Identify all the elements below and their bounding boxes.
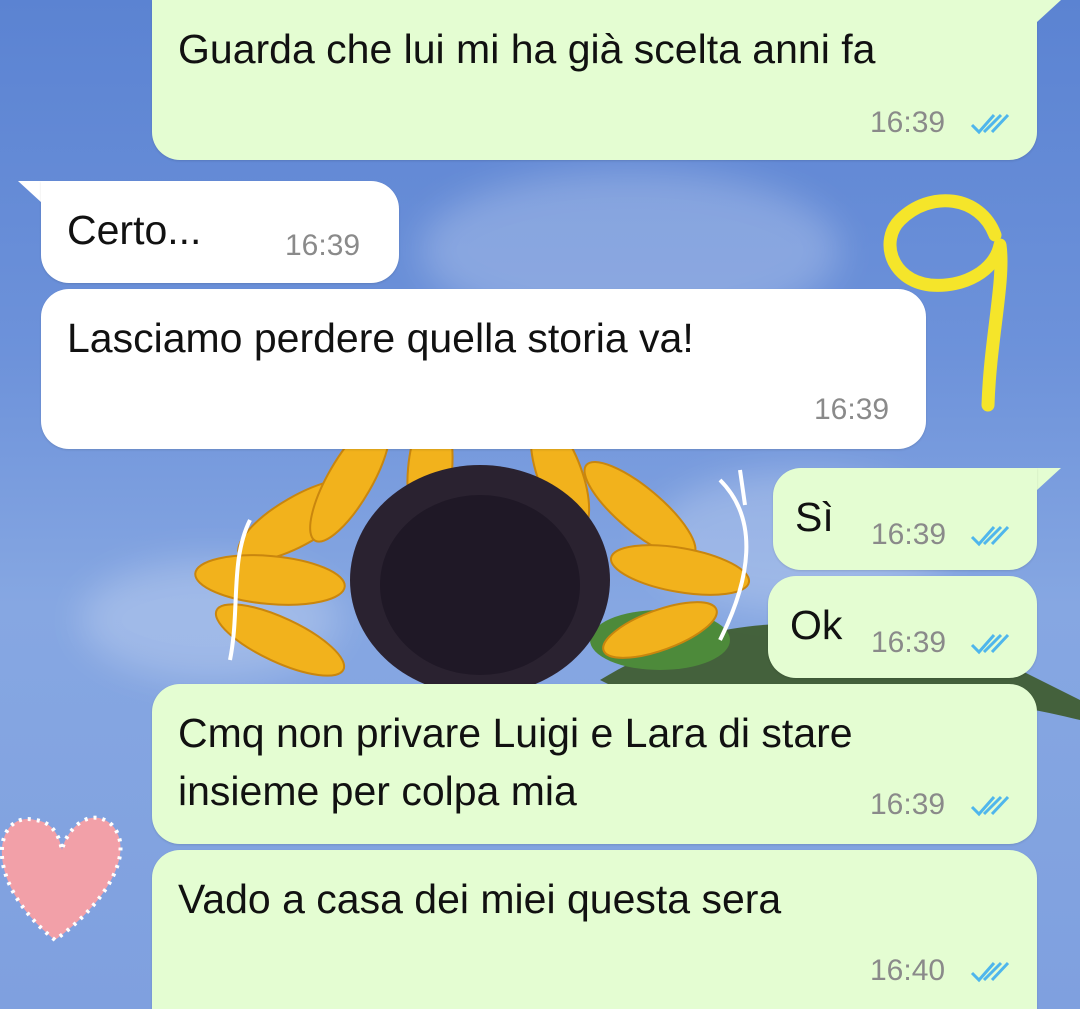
message-timestamp: 16:39 <box>871 626 947 659</box>
message-bubble-incoming[interactable]: Certo... 16:39 <box>41 181 399 283</box>
message-bubble-outgoing[interactable]: Vado a casa dei miei questa sera 16:40 <box>152 850 1037 1009</box>
message-timestamp: 16:39 <box>871 518 947 551</box>
message-bubble-outgoing[interactable]: Sì 16:39 <box>773 468 1037 570</box>
message-text: Sì <box>795 494 834 540</box>
message-text: Certo... <box>67 207 202 253</box>
message-text: Ok <box>790 602 843 648</box>
message-text: Guarda che lui mi ha già scelta anni fa <box>178 26 876 72</box>
message-bubble-incoming[interactable]: Lasciamo perdere quella storia va! 16:39 <box>41 289 926 449</box>
heart-sticker <box>0 815 123 943</box>
double-check-icon <box>970 525 1010 547</box>
double-check-icon <box>970 113 1010 135</box>
message-text-line-1: Cmq non privare Luigi e Lara di stare <box>178 710 853 756</box>
message-timestamp: 16:40 <box>870 954 946 987</box>
message-text: Vado a casa dei miei questa sera <box>178 876 782 922</box>
double-check-icon <box>970 633 1010 655</box>
message-bubble-outgoing[interactable]: Ok 16:39 <box>768 576 1037 678</box>
bubble-tail <box>1037 0 1061 22</box>
double-check-icon <box>970 961 1010 983</box>
handwritten-number-annotation: 9 <box>883 194 1008 412</box>
message-bubble-outgoing[interactable]: Cmq non privare Luigi e Lara di stare in… <box>152 684 1037 844</box>
message-timestamp: 16:39 <box>870 106 946 139</box>
message-bubble-outgoing[interactable]: Guarda che lui mi ha già scelta anni fa … <box>152 0 1037 160</box>
message-text: Lasciamo perdere quella storia va! <box>67 315 694 361</box>
message-timestamp: 16:39 <box>285 229 361 262</box>
bubble-tail <box>1037 468 1061 490</box>
bubble-tail <box>18 181 42 203</box>
double-check-icon <box>970 795 1010 817</box>
message-text-line-2: insieme per colpa mia <box>178 768 577 814</box>
message-timestamp: 16:39 <box>870 788 946 821</box>
